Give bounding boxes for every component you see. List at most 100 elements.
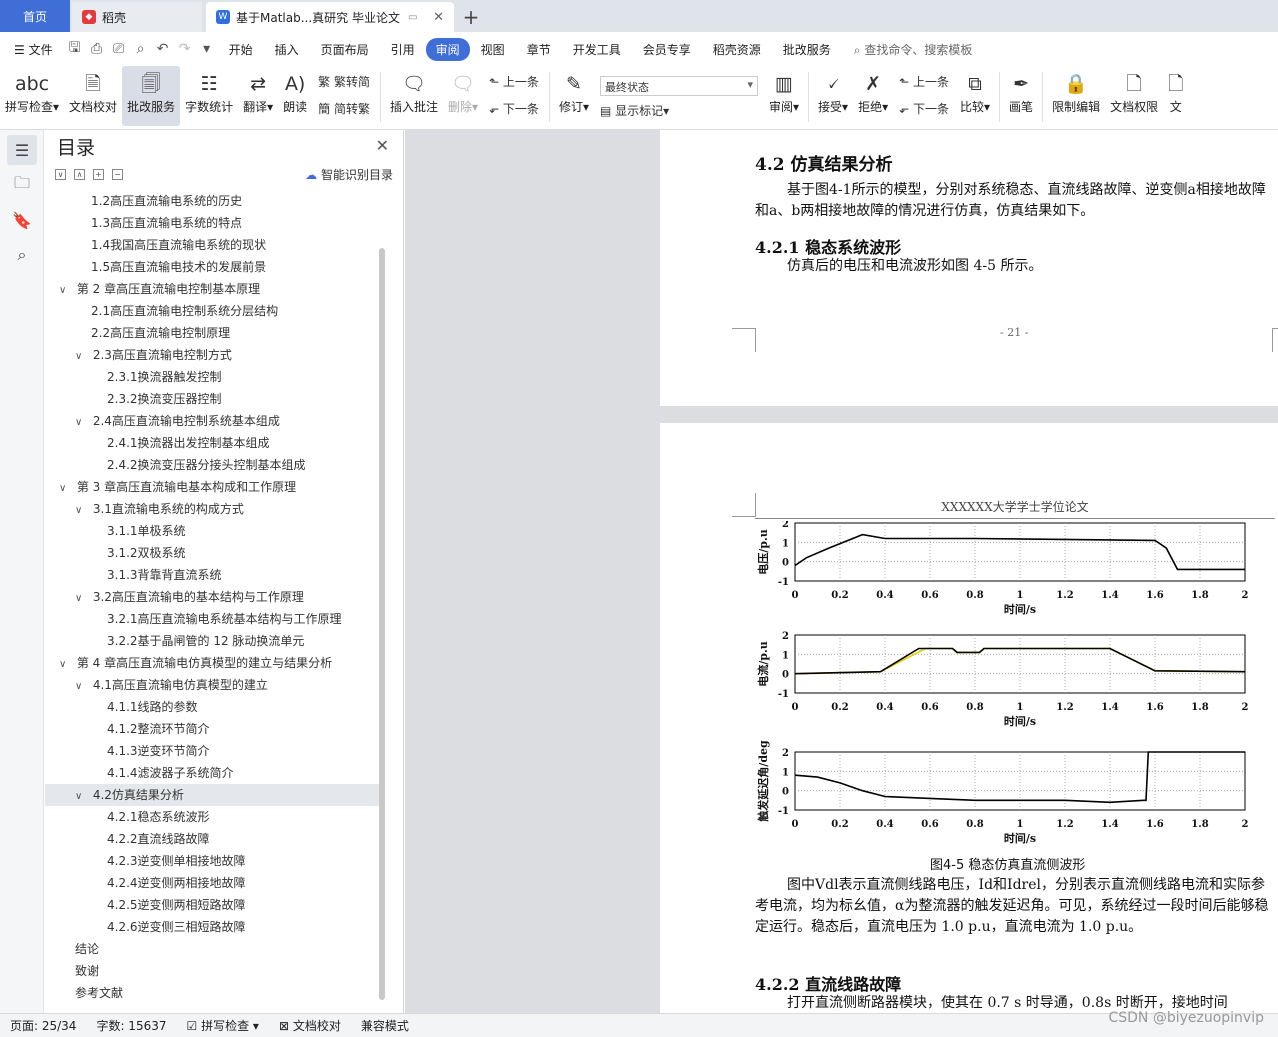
toc-item[interactable]: 4.1.4滤波器子系统简介 <box>45 762 381 784</box>
doc-more-button[interactable]: 🗋 文 <box>1163 66 1183 126</box>
trad-to-simp-button[interactable]: 繁 繁转简 <box>318 73 370 90</box>
page-indicator[interactable]: 页面: 25/34 <box>0 1017 86 1034</box>
menu-item[interactable]: 视图 <box>470 41 516 58</box>
search-icon[interactable]: ⌕ <box>7 240 37 270</box>
review-pane-button[interactable]: ▥ 审阅▾ <box>764 66 804 126</box>
toc-item[interactable]: 4.1.3逆变环节简介 <box>45 740 381 762</box>
file-menu[interactable]: ☰ 文件 <box>0 41 64 58</box>
export-icon[interactable]: ⎙ <box>86 41 108 57</box>
menu-item[interactable]: 开始 <box>218 41 264 58</box>
compare-button[interactable]: ⧉ 比较▾ <box>955 66 995 126</box>
toc-item[interactable]: 1.2高压直流输电系统的历史 <box>45 190 381 212</box>
toc-item[interactable]: 4.1.2整流环节简介 <box>45 718 381 740</box>
menu-item[interactable]: 插入 <box>264 41 310 58</box>
toc-scrollbar[interactable] <box>379 248 385 1000</box>
close-icon[interactable]: ✕ <box>376 136 389 155</box>
simp-to-trad-button[interactable]: 簡 简转繁 <box>318 100 370 117</box>
tab-docer[interactable]: ◆ 稻壳 <box>72 2 202 32</box>
accept-button[interactable]: 🗸 接受▾ <box>813 66 853 126</box>
toc-item[interactable]: 3.1.3背靠背直流系统 <box>45 564 381 586</box>
toc-item[interactable]: ∨ 第 4 章高压直流输电仿真模型的建立与结果分析 <box>45 652 381 674</box>
toc-item[interactable]: 1.3高压直流输电系统的特点 <box>45 212 381 234</box>
chevron-down-icon[interactable]: ∨ <box>59 280 73 302</box>
toc-item[interactable]: 2.4.2换流变压器分接头控制基本组成 <box>45 454 381 476</box>
toc-item[interactable]: 4.1.1线路的参数 <box>45 696 381 718</box>
print-icon[interactable]: ⎚ <box>108 41 130 57</box>
prev-comment-button[interactable]: ⬑ 上一条 <box>489 73 539 90</box>
spellcheck-status[interactable]: ☑ 拼写检查 ▾ <box>177 1017 269 1034</box>
undo-icon[interactable]: ↶ <box>152 41 174 57</box>
chevron-down-icon[interactable]: ∨ <box>75 786 89 808</box>
show-marks-button[interactable]: ▤ 显示标记▾ <box>600 102 758 119</box>
expand-up-icon[interactable]: ∧ <box>74 168 85 180</box>
toc-item[interactable]: ∨ 第 3 章高压直流输电基本构成和工作原理 <box>45 476 381 498</box>
toc-item[interactable]: 3.2.2基于晶闸管的 12 脉动换流单元 <box>45 630 381 652</box>
preview-icon[interactable]: ⌕ <box>130 41 152 57</box>
toc-item[interactable]: 2.3.1换流器触发控制 <box>45 366 381 388</box>
toc-item[interactable]: 3.1.1单极系统 <box>45 520 381 542</box>
chevron-down-icon[interactable]: ∨ <box>75 500 89 522</box>
menu-item[interactable]: 稻壳资源 <box>702 41 772 58</box>
toc-item[interactable]: ∨ 3.1直流输电系统的构成方式 <box>45 498 381 520</box>
toc-item[interactable]: 3.1.2双极系统 <box>45 542 381 564</box>
reject-button[interactable]: ✗ 拒绝▾ <box>853 66 893 126</box>
menu-item[interactable]: 开发工具 <box>562 41 632 58</box>
chevron-down-icon[interactable]: ∨ <box>59 654 73 676</box>
restrict-edit-button[interactable]: 🔒 限制编辑 <box>1047 66 1105 126</box>
toc-item[interactable]: 2.3.2换流变压器控制 <box>45 388 381 410</box>
tab-document[interactable]: W 基于Matlab...真研究 毕业论文 ▭ ✕ <box>206 2 454 32</box>
next-comment-button[interactable]: ⬐ 下一条 <box>489 100 539 117</box>
toc-panel-icon[interactable]: ☰ <box>7 135 37 165</box>
doc-check-status[interactable]: ⊠ 文档校对 <box>269 1017 351 1034</box>
chevron-down-icon[interactable]: ▾ <box>196 41 218 57</box>
close-icon[interactable]: ✕ <box>433 10 444 25</box>
toc-item[interactable]: 3.2.1高压直流输电系统基本结构与工作原理 <box>45 608 381 630</box>
redo-icon[interactable]: ↷ <box>174 41 196 57</box>
revise-service-button[interactable]: 🗐 批改服务 <box>122 66 181 126</box>
word-count-button[interactable]: ☷ 字数统计 <box>180 66 238 126</box>
menu-item-active[interactable]: 审阅 <box>425 37 470 61</box>
toc-item[interactable]: 4.2.2直流线路故障 <box>45 828 381 850</box>
chevron-down-icon[interactable]: ∨ <box>59 478 73 500</box>
chevron-down-icon[interactable]: ∨ <box>75 588 89 610</box>
toc-item[interactable]: ∨ 4.2仿真结果分析 <box>45 784 381 806</box>
toc-item[interactable]: 4.2.6逆变侧三相短路故障 <box>45 916 381 938</box>
toc-item[interactable]: ∨ 第 2 章高压直流输电控制基本原理 <box>45 278 381 300</box>
toc-item[interactable]: 2.2高压直流输电控制原理 <box>45 322 381 344</box>
toc-item[interactable]: ∨ 4.1高压直流输电仿真模型的建立 <box>45 674 381 696</box>
toc-item[interactable]: 4.2.1稳态系统波形 <box>45 806 381 828</box>
word-count[interactable]: 字数: 15637 <box>86 1017 176 1034</box>
menu-item[interactable]: 会员专享 <box>632 41 702 58</box>
toc-item[interactable]: 致谢 <box>45 960 381 982</box>
prev-revision-button[interactable]: ⬑ 上一条 <box>899 73 949 90</box>
final-state-select[interactable]: 最终状态 <box>599 75 758 96</box>
toc-item[interactable]: 结论 <box>45 938 381 960</box>
save-icon[interactable]: 🖫 <box>64 37 86 61</box>
smart-toc-button[interactable]: ☁ 智能识别目录 <box>305 166 393 183</box>
toc-item[interactable]: 2.4.1换流器出发控制基本组成 <box>45 432 381 454</box>
insert-comment-button[interactable]: 🗨 插入批注 <box>385 66 443 126</box>
monitor-icon[interactable]: ▭ <box>408 12 417 23</box>
toc-item[interactable]: 1.4我国高压直流输电系统的现状 <box>45 234 381 256</box>
home-tab[interactable]: 首页 <box>0 0 70 32</box>
toc-item[interactable]: ∨ 3.2高压直流输电的基本结构与工作原理 <box>45 586 381 608</box>
add-heading-icon[interactable]: + <box>93 168 104 180</box>
doc-check-button[interactable]: 🗎 文档校对 <box>64 66 122 126</box>
delete-comment-button[interactable]: 🗨 删除▾ <box>443 66 483 126</box>
chevron-down-icon[interactable]: ∨ <box>75 346 89 368</box>
revise-button[interactable]: ✎ 修订▾ <box>554 66 594 126</box>
menu-item[interactable]: 页面布局 <box>310 41 380 58</box>
read-aloud-button[interactable]: A) 朗读 <box>278 66 312 126</box>
menu-item[interactable]: 批改服务 <box>772 41 842 58</box>
command-search[interactable]: ⌕ 查找命令、搜索模板 <box>854 41 973 58</box>
toc-item[interactable]: 4.2.5逆变侧两相短路故障 <box>45 894 381 916</box>
chapter-icon[interactable]: 🗀 <box>7 170 37 200</box>
remove-heading-icon[interactable]: − <box>112 168 123 180</box>
toc-item[interactable]: 4.2.4逆变侧两相接地故障 <box>45 872 381 894</box>
toc-item[interactable]: 4.2.3逆变侧单相接地故障 <box>45 850 381 872</box>
toc-item[interactable]: ∨ 2.4高压直流输电控制系统基本组成 <box>45 410 381 432</box>
doc-rights-button[interactable]: 🗋 文档权限 <box>1105 66 1163 126</box>
toc-item[interactable]: 参考文献 <box>45 982 381 1004</box>
menu-item[interactable]: 引用 <box>380 41 426 58</box>
spellcheck-button[interactable]: abc 拼写检查▾ <box>0 66 64 126</box>
